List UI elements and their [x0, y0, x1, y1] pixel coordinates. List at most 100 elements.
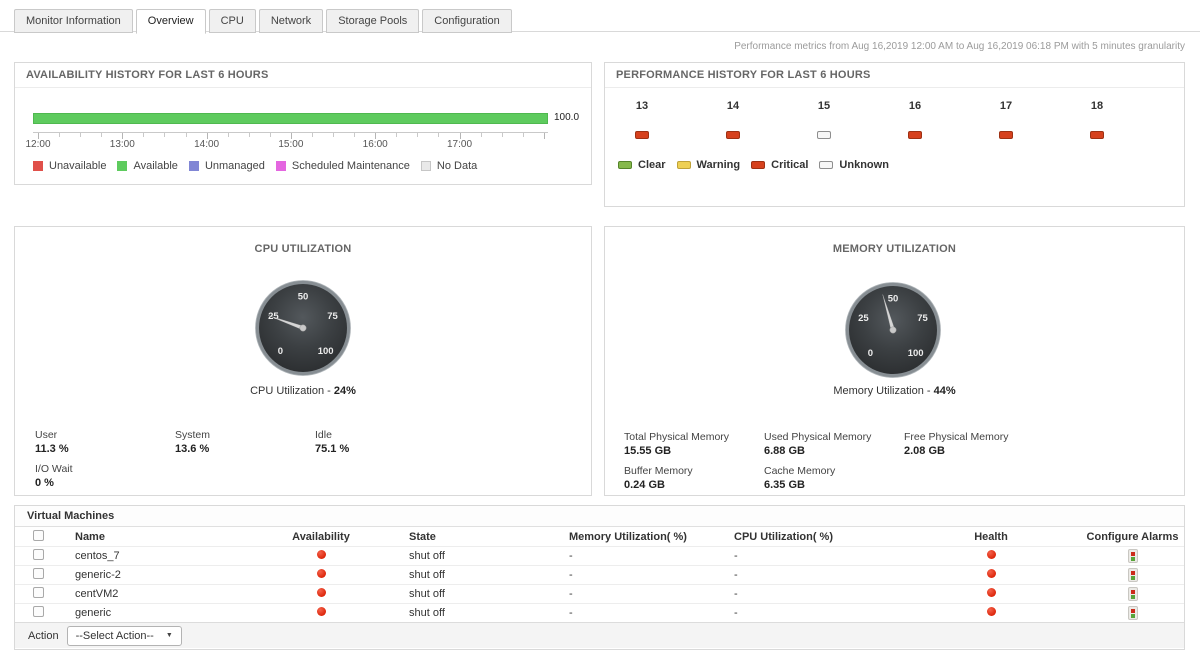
stat-label: User — [35, 429, 175, 441]
stat-user: User 11.3 % — [35, 429, 175, 455]
configure-alarms-icon[interactable] — [1128, 606, 1138, 620]
memory-caption-text: Memory Utilization - — [833, 385, 933, 397]
vm-cpu-utilization: - — [720, 588, 901, 600]
select-all-checkbox[interactable] — [33, 530, 44, 541]
legend-label: Scheduled Maintenance — [292, 160, 410, 172]
configure-alarms-icon[interactable] — [1128, 587, 1138, 601]
legend-item-scheduled-maintenance: Scheduled Maintenance — [276, 160, 410, 172]
performance-hour-15: 15 — [804, 100, 844, 139]
x-tick-label: 13:00 — [110, 139, 135, 150]
health-critical-icon — [987, 569, 996, 578]
vm-name: centos_7 — [61, 550, 291, 562]
axis-tick — [80, 133, 81, 137]
svg-text:75: 75 — [917, 313, 928, 324]
configure-alarms-icon[interactable] — [1128, 549, 1138, 563]
tab-monitor-information[interactable]: Monitor Information — [14, 9, 133, 33]
configure-alarms-icon[interactable] — [1128, 568, 1138, 582]
performance-panel-title: PERFORMANCE HISTORY FOR LAST 6 HOURS — [605, 63, 1184, 88]
stat-value: 6.88 GB — [764, 445, 904, 457]
header-name: Name — [61, 531, 291, 543]
stat-free-physical-memory: Free Physical Memory2.08 GB — [904, 431, 1044, 457]
stat-value: 11.3 % — [35, 443, 175, 455]
action-label: Action — [28, 630, 59, 642]
memory-stats-row-1: Total Physical Memory 15.55 GBUsed Physic… — [624, 431, 1044, 457]
axis-tick — [481, 133, 482, 137]
memory-stats-row-2: Buffer Memory0.24 GBCache Memory6.35 GB — [624, 465, 904, 491]
x-tick-label: 12:00 — [25, 139, 50, 150]
hour-label: 15 — [804, 100, 844, 112]
memory-gauge: 0255075100 — [843, 280, 943, 380]
alarm-red-dot — [1131, 609, 1135, 613]
header-checkbox — [33, 530, 44, 544]
x-tick-label: 17:00 — [447, 139, 472, 150]
availability-history-panel: AVAILABILITY HISTORY FOR LAST 6 HOURS 10… — [14, 62, 592, 185]
svg-text:75: 75 — [327, 311, 338, 322]
stat-label: Cache Memory — [764, 465, 904, 477]
axis-tick — [186, 133, 187, 137]
stat-total-physical-memory: Total Physical Memory 15.55 GB — [624, 431, 764, 457]
configure-alarms-cell — [1128, 549, 1138, 563]
stat-label: System — [175, 429, 315, 441]
table-row-generic-2[interactable]: generic-2shut off-- — [15, 566, 1184, 585]
virtual-machines-panel: Virtual Machines NameAvailabilityStateMe… — [14, 505, 1185, 650]
axis-tick — [502, 133, 503, 137]
header-cpu-utilization: CPU Utilization( %) — [720, 531, 901, 543]
alarm-green-dot — [1131, 576, 1135, 580]
legend-swatch-critical — [751, 161, 765, 169]
alarm-red-dot — [1131, 552, 1135, 556]
table-row-generic[interactable]: genericshut off-- — [15, 604, 1184, 622]
availability-down-icon — [317, 607, 326, 616]
memory-utilization-panel: MEMORY UTILIZATION 0255075100 Memory Uti… — [604, 226, 1185, 496]
configure-alarms-cell — [1128, 587, 1138, 601]
svg-text:100: 100 — [908, 348, 924, 359]
vm-cpu-utilization: - — [720, 550, 901, 562]
vm-state: shut off — [351, 550, 555, 562]
vm-table-footer: Action --Select Action-- ▼ — [15, 622, 1184, 648]
tab-storage-pools[interactable]: Storage Pools — [326, 9, 419, 33]
stat-value: 0.24 GB — [624, 479, 764, 491]
row-checkbox[interactable] — [33, 587, 44, 598]
legend-swatch-available — [117, 161, 127, 171]
table-row-centos-7[interactable]: centos_7shut off-- — [15, 547, 1184, 566]
row-checkbox[interactable] — [33, 549, 44, 560]
axis-tick — [59, 133, 60, 137]
stat-idle: Idle75.1 % — [315, 429, 455, 455]
availability-cell — [317, 569, 326, 581]
availability-bar-value: 100.0 — [554, 112, 579, 123]
table-row-centvm2[interactable]: centVM2shut off-- — [15, 585, 1184, 604]
health-cell — [987, 569, 996, 581]
svg-text:0: 0 — [868, 348, 873, 359]
tab-network[interactable]: Network — [259, 9, 323, 33]
svg-text:25: 25 — [858, 313, 869, 324]
vm-state: shut off — [351, 569, 555, 581]
status-square-critical — [1090, 131, 1104, 139]
tab-configuration[interactable]: Configuration — [422, 9, 511, 33]
vm-cpu-utilization: - — [720, 607, 901, 619]
tab-overview[interactable]: Overview — [136, 9, 206, 34]
row-checkbox[interactable] — [33, 606, 44, 617]
cpu-gauge: 0255075100 — [253, 278, 353, 378]
action-select[interactable]: --Select Action-- ▼ — [67, 626, 182, 646]
availability-panel-title: AVAILABILITY HISTORY FOR LAST 6 HOURS — [15, 63, 591, 88]
stat-label: Used Physical Memory — [764, 431, 904, 443]
memory-panel-title: MEMORY UTILIZATION — [605, 227, 1184, 261]
legend-label: Warning — [697, 159, 741, 171]
legend-swatch-unknown — [819, 161, 833, 169]
availability-bar — [33, 113, 548, 124]
health-cell — [987, 607, 996, 619]
stat-value: 15.55 GB — [624, 445, 764, 457]
svg-text:100: 100 — [318, 346, 334, 357]
health-cell — [987, 588, 996, 600]
cpu-caption-value: 24% — [334, 385, 356, 397]
axis-tick — [312, 133, 313, 137]
legend-swatch-scheduled-maintenance — [276, 161, 286, 171]
performance-legend: ClearWarningCriticalUnknown — [618, 159, 889, 171]
row-checkbox[interactable] — [33, 568, 44, 579]
vm-name: generic — [61, 607, 291, 619]
performance-hour-18: 18 — [1077, 100, 1117, 139]
tab-cpu[interactable]: CPU — [209, 9, 256, 33]
hour-label: 17 — [986, 100, 1026, 112]
cpu-stats-row-1: User11.3 %System13.6 %Idle75.1 % — [35, 429, 455, 455]
hour-label: 18 — [1077, 100, 1117, 112]
stat-label: Total Physical Memory — [624, 431, 764, 443]
